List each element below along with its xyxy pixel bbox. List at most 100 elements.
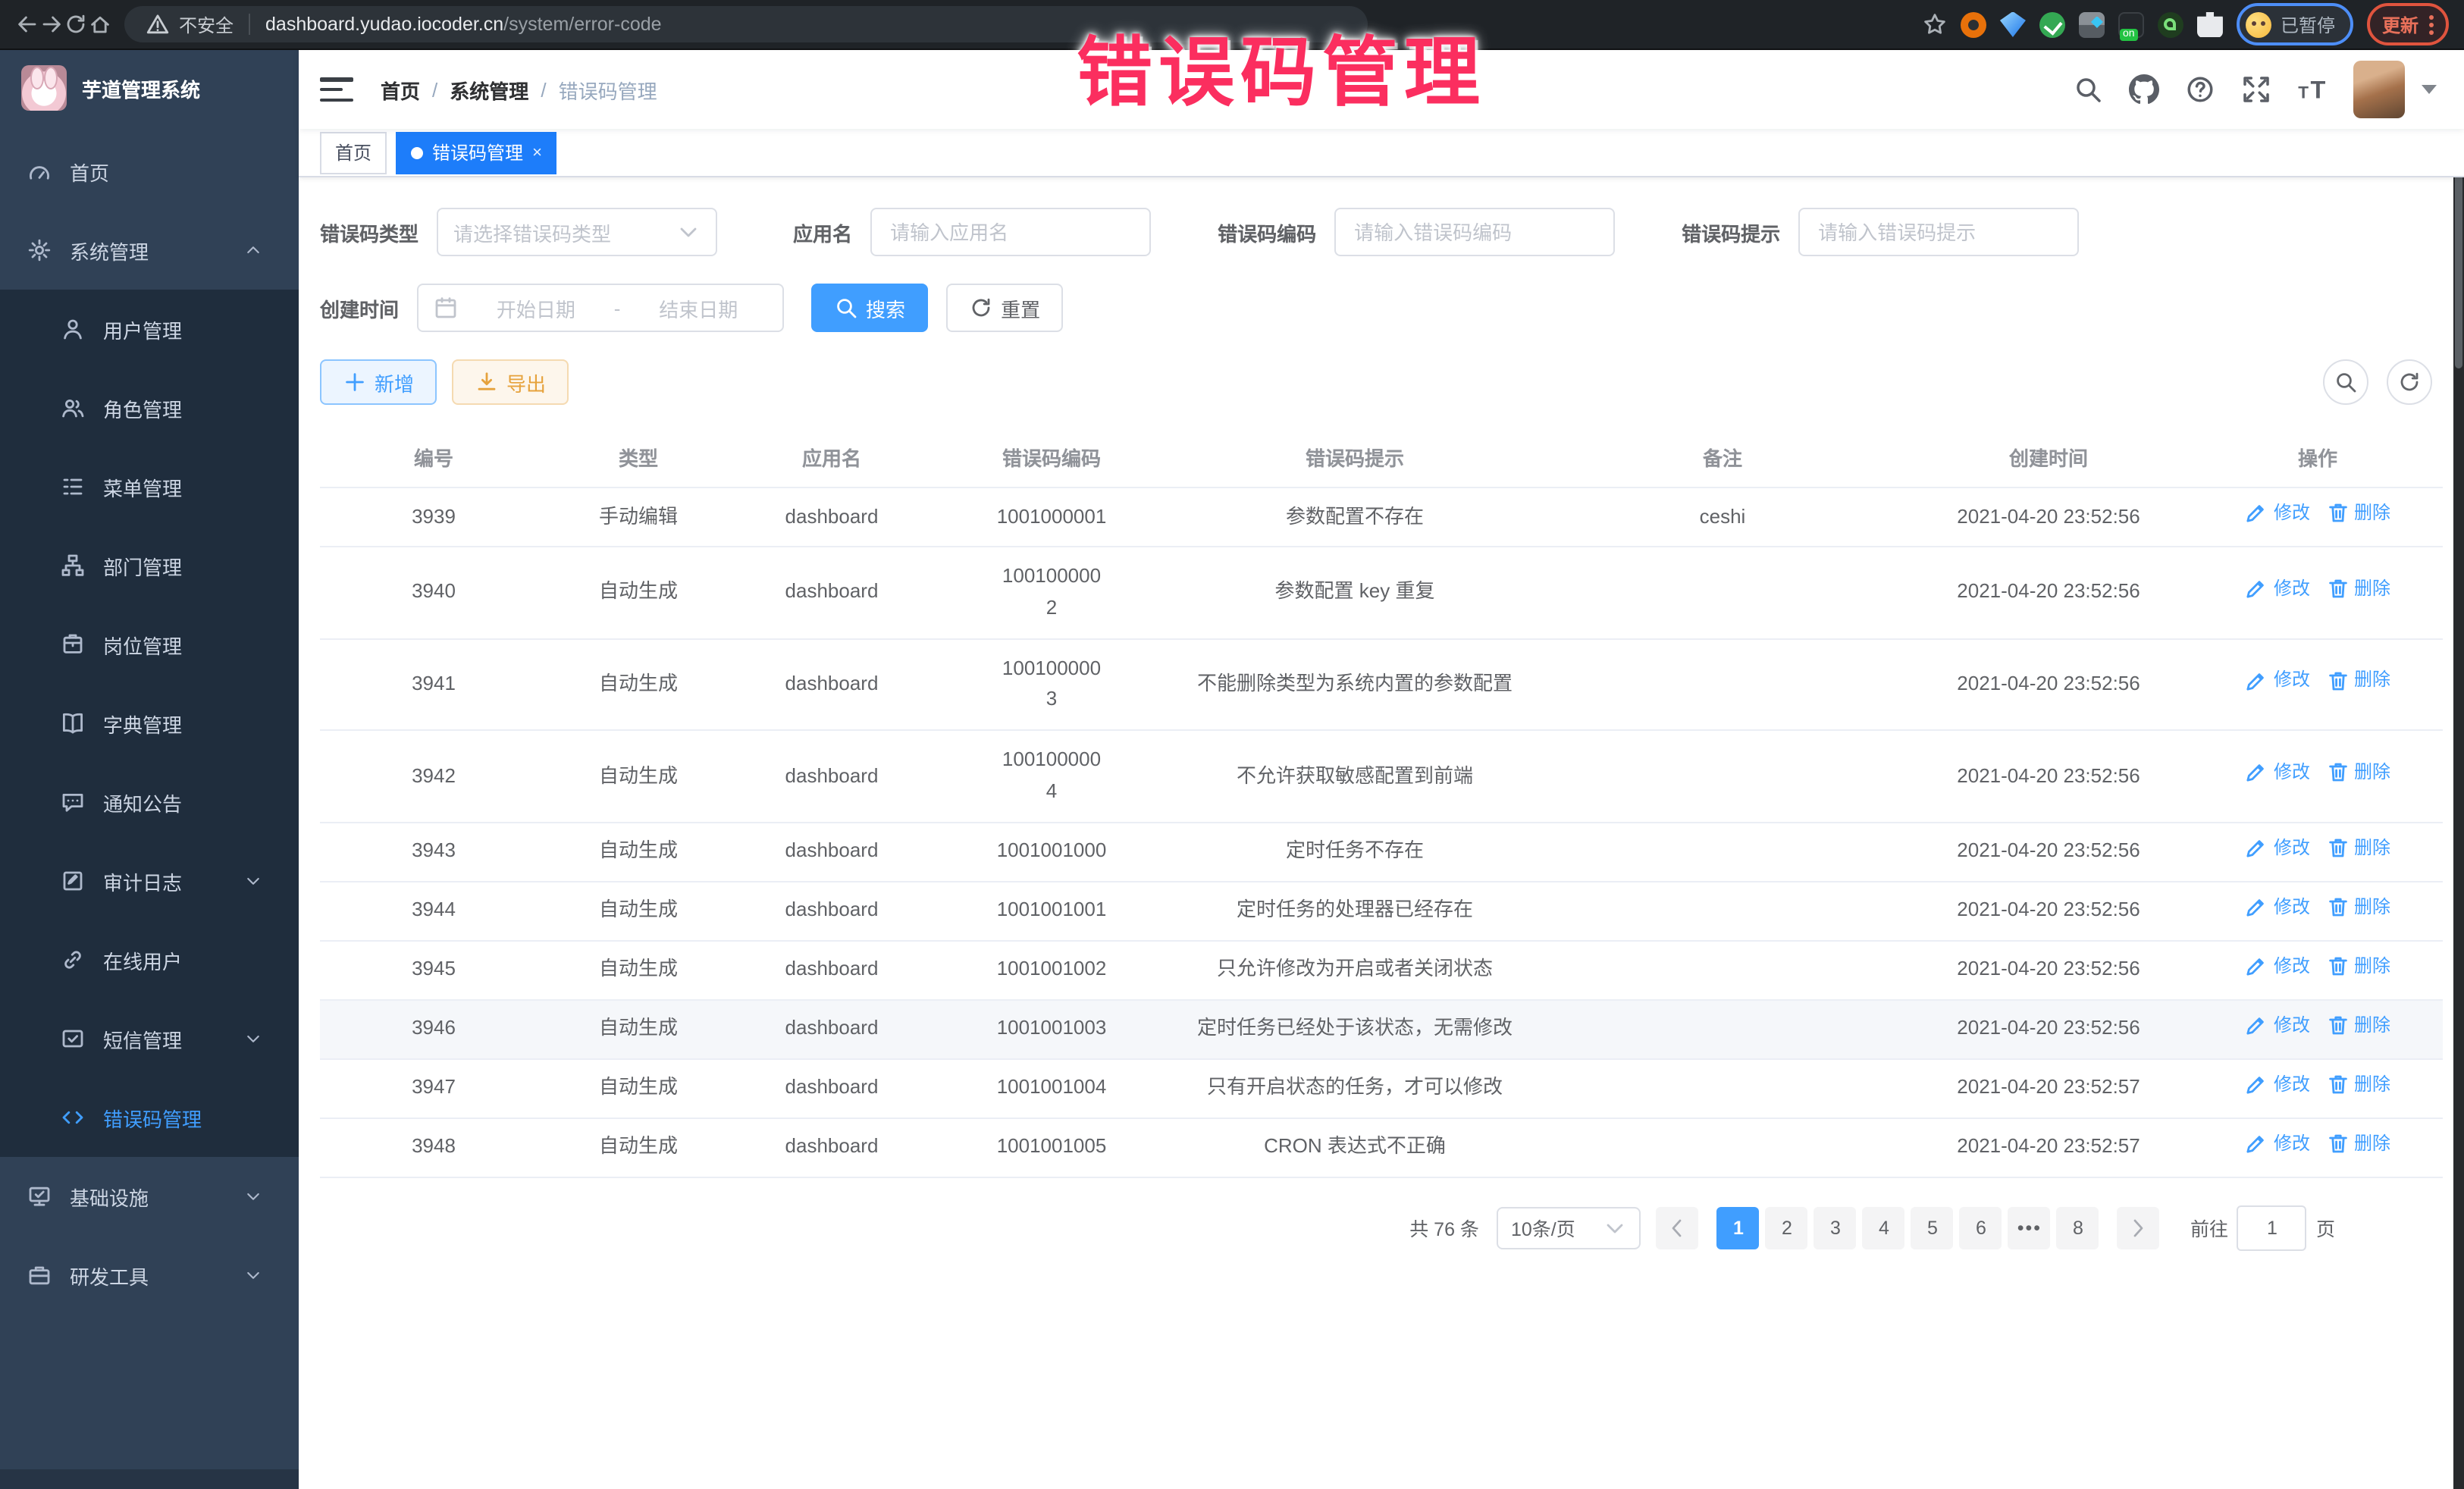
extension-icon[interactable] xyxy=(2039,11,2065,37)
sidebar-item-2[interactable]: 用户管理 xyxy=(0,290,299,368)
page-size-select[interactable]: 10条/页 xyxy=(1497,1207,1641,1249)
page-button-6[interactable]: 6 xyxy=(1960,1207,2002,1249)
table-row-3940: 3940自动生成dashboard1001000002参数配置 key 重复20… xyxy=(320,547,2443,638)
tag-close-icon[interactable]: × xyxy=(532,143,542,161)
export-button[interactable]: 导出 xyxy=(452,359,569,405)
prev-page-button[interactable] xyxy=(1657,1207,1699,1249)
edit-link[interactable]: 修改 xyxy=(2245,666,2310,694)
profile-status-label: 已暂停 xyxy=(2281,11,2335,37)
edit-link[interactable]: 修改 xyxy=(2245,499,2310,528)
extensions-puzzle-icon[interactable] xyxy=(2197,11,2223,37)
browser-home-icon[interactable] xyxy=(88,12,112,36)
delete-link[interactable]: 删除 xyxy=(2325,833,2390,862)
user-avatar[interactable] xyxy=(2353,61,2405,118)
extension-icon[interactable] xyxy=(1961,11,1986,37)
sidebar-item-9[interactable]: 审计日志 xyxy=(0,842,299,920)
tag-error-code-active[interactable]: 错误码管理 × xyxy=(396,131,557,174)
sidebar-item-label: 首页 xyxy=(70,157,109,186)
extension-icon[interactable] xyxy=(2118,11,2144,37)
page-button-2[interactable]: 2 xyxy=(1766,1207,1808,1249)
sidebar-item-12[interactable]: 错误码管理 xyxy=(0,1078,299,1157)
sidebar-item-8[interactable]: 通知公告 xyxy=(0,763,299,842)
delete-link[interactable]: 删除 xyxy=(2325,758,2390,787)
browser-menu-icon[interactable] xyxy=(2429,14,2434,34)
font-size-icon[interactable]: TT xyxy=(2297,74,2328,105)
browser-profile-chip[interactable]: 已暂停 xyxy=(2237,3,2353,45)
show-search-button[interactable] xyxy=(2323,359,2368,405)
sidebar-item-13[interactable]: 基础设施 xyxy=(0,1157,299,1236)
error-code-field[interactable] xyxy=(1334,208,1615,256)
breadcrumb-home[interactable]: 首页 xyxy=(381,75,420,104)
browser-scrollbar[interactable] xyxy=(2453,50,2464,1489)
app-logo[interactable]: 芋道管理系统 xyxy=(0,50,299,126)
address-divider xyxy=(249,14,250,35)
goto-page-input[interactable] xyxy=(2237,1205,2307,1251)
sidebar-item-3[interactable]: 角色管理 xyxy=(0,368,299,447)
page-button-1[interactable]: 1 xyxy=(1717,1207,1760,1249)
sidebar-item-14[interactable]: 研发工具 xyxy=(0,1236,299,1315)
next-page-button[interactable] xyxy=(2118,1207,2160,1249)
sidebar-item-5[interactable]: 部门管理 xyxy=(0,526,299,605)
browser-update-button[interactable]: 更新 xyxy=(2367,3,2449,45)
sidebar-item-6[interactable]: 岗位管理 xyxy=(0,605,299,684)
browser-forward-icon[interactable] xyxy=(39,12,64,36)
sidebar-item-7[interactable]: 字典管理 xyxy=(0,684,299,763)
reset-button[interactable]: 重置 xyxy=(946,284,1063,332)
error-tip-field[interactable] xyxy=(1798,208,2079,256)
page-button-3[interactable]: 3 xyxy=(1814,1207,1857,1249)
date-range-picker[interactable]: 开始日期 - 结束日期 xyxy=(417,284,784,332)
avatar-caret-down-icon[interactable] xyxy=(2422,85,2437,94)
error-code-input[interactable] xyxy=(1351,219,1598,245)
sidebar-item-4[interactable]: 菜单管理 xyxy=(0,447,299,526)
cell: 只允许修改为开启或者关闭状态 xyxy=(1169,941,1541,1000)
help-icon[interactable] xyxy=(2185,74,2215,105)
github-icon[interactable] xyxy=(2129,74,2159,105)
app-name-input[interactable] xyxy=(887,219,1134,245)
delete-link[interactable]: 删除 xyxy=(2325,892,2390,921)
page-button-4[interactable]: 4 xyxy=(1863,1207,1905,1249)
browser-back-icon[interactable] xyxy=(15,12,39,36)
delete-link[interactable]: 删除 xyxy=(2325,499,2390,528)
more-pages-button[interactable]: ••• xyxy=(2008,1207,2051,1249)
tag-home[interactable]: 首页 xyxy=(320,131,387,174)
delete-link[interactable]: 删除 xyxy=(2325,1011,2390,1039)
edit-link[interactable]: 修改 xyxy=(2245,951,2310,980)
breadcrumb-system[interactable]: 系统管理 xyxy=(450,75,528,104)
delete-link[interactable]: 删除 xyxy=(2325,574,2390,603)
cell: 2021-04-20 23:52:56 xyxy=(1904,638,2193,730)
extension-icon[interactable] xyxy=(2158,11,2183,37)
extension-icon[interactable] xyxy=(2000,11,2026,37)
add-button[interactable]: 新增 xyxy=(320,359,437,405)
refresh-table-button[interactable] xyxy=(2387,359,2432,405)
edit-link[interactable]: 修改 xyxy=(2245,1129,2310,1158)
bookmark-star-icon[interactable] xyxy=(1923,12,1947,36)
profile-avatar-icon xyxy=(2246,11,2271,37)
delete-link[interactable]: 删除 xyxy=(2325,1070,2390,1099)
extension-icon[interactable] xyxy=(2079,11,2105,37)
delete-link[interactable]: 删除 xyxy=(2325,1129,2390,1158)
edit-link[interactable]: 修改 xyxy=(2245,1011,2310,1039)
edit-link[interactable]: 修改 xyxy=(2245,1070,2310,1099)
sidebar-item-10[interactable]: 在线用户 xyxy=(0,920,299,999)
delete-link[interactable]: 删除 xyxy=(2325,951,2390,980)
app-title: 芋道管理系统 xyxy=(82,74,200,102)
edit-link[interactable]: 修改 xyxy=(2245,833,2310,862)
hamburger-icon[interactable] xyxy=(320,77,353,102)
error-type-select[interactable]: 请选择错误码类型 xyxy=(437,208,717,256)
page-button-5[interactable]: 5 xyxy=(1911,1207,1954,1249)
sidebar-item-1[interactable]: 系统管理 xyxy=(0,211,299,290)
browser-reload-icon[interactable] xyxy=(64,12,88,36)
edit-link[interactable]: 修改 xyxy=(2245,892,2310,921)
edit-link[interactable]: 修改 xyxy=(2245,758,2310,787)
menu-list-icon xyxy=(61,475,85,499)
error-tip-input[interactable] xyxy=(1815,219,2062,245)
app-name-field[interactable] xyxy=(870,208,1151,256)
header-search-icon[interactable] xyxy=(2073,74,2103,105)
page-button-8[interactable]: 8 xyxy=(2057,1207,2099,1249)
fullscreen-icon[interactable] xyxy=(2241,74,2271,105)
edit-link[interactable]: 修改 xyxy=(2245,574,2310,603)
sidebar-item-0[interactable]: 首页 xyxy=(0,132,299,211)
sidebar-item-11[interactable]: 短信管理 xyxy=(0,999,299,1078)
delete-link[interactable]: 删除 xyxy=(2325,666,2390,694)
search-button[interactable]: 搜索 xyxy=(811,284,928,332)
